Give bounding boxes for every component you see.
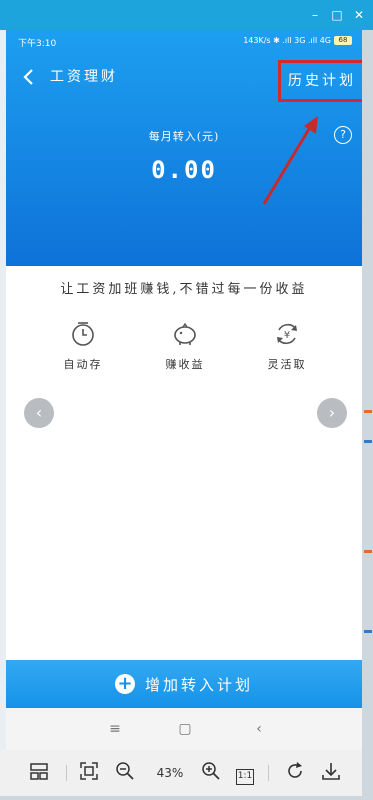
emulator-title-bar: – □ ✕: [0, 0, 373, 30]
background-decoration: [364, 550, 372, 553]
plus-icon: +: [114, 674, 135, 694]
zoom-out-icon[interactable]: [114, 761, 136, 785]
network-status: 143K/s ✱ .ıll 3G .ıll 4G: [243, 36, 331, 45]
carousel-prev-button[interactable]: ‹: [24, 398, 54, 428]
feature-flexible-withdraw: ¥ 灵活取: [247, 320, 327, 372]
monthly-amount: 0.00: [151, 156, 217, 184]
yuan-cycle-icon: ¥: [277, 323, 297, 345]
header-banner: 下午3:10 143K/s ✱ .ıll 3G .ıll 4G 68 工资理财 …: [6, 30, 362, 266]
feature-label: 自动存: [63, 358, 103, 371]
svg-text:¥: ¥: [284, 330, 290, 341]
status-bar: 下午3:10 143K/s ✱ .ıll 3G .ıll 4G 68: [6, 30, 362, 54]
battery-icon: 68: [334, 36, 352, 45]
minimize-button[interactable]: –: [306, 7, 324, 23]
layout-icon[interactable]: [28, 761, 50, 785]
rotate-icon[interactable]: [284, 761, 306, 785]
background-window-strip: [362, 30, 373, 800]
help-icon[interactable]: ?: [334, 126, 352, 144]
slogan-text: 让工资加班赚钱,不错过每一份收益: [60, 282, 308, 297]
zoom-in-icon[interactable]: [200, 761, 222, 785]
page-title: 工资理财: [50, 69, 118, 85]
back-icon[interactable]: ‹: [248, 718, 270, 740]
back-arrow-icon[interactable]: [18, 66, 40, 88]
history-plan-button[interactable]: 历史计划: [278, 60, 362, 102]
toolbar-divider: [268, 765, 269, 781]
background-decoration: [364, 410, 372, 413]
feature-label: 赚收益: [165, 358, 205, 371]
background-decoration: [364, 630, 372, 633]
feature-auto-save: 自动存: [43, 320, 123, 372]
monthly-transfer-label: 每月转入(元): [148, 130, 220, 143]
system-navigation-bar: ≡ ▢ ‹: [6, 708, 362, 750]
feature-label: 灵活取: [267, 358, 307, 371]
piggy-bank-icon: [174, 322, 196, 345]
zoom-level: 43%: [156, 766, 184, 780]
background-decoration: [364, 440, 372, 443]
feature-earn: 赚收益: [145, 320, 225, 372]
add-plan-button[interactable]: + 增加转入计划: [6, 660, 362, 708]
maximize-button[interactable]: □: [328, 7, 346, 23]
download-icon[interactable]: [320, 761, 342, 785]
phone-screen: 下午3:10 143K/s ✱ .ıll 3G .ıll 4G 68 工资理财 …: [6, 30, 362, 750]
status-indicators: 143K/s ✱ .ıll 3G .ıll 4G 68: [243, 36, 352, 45]
carousel-next-button[interactable]: ›: [317, 398, 347, 428]
add-plan-label: 增加转入计划: [144, 675, 253, 694]
home-icon[interactable]: ▢: [174, 718, 196, 740]
menu-icon[interactable]: ≡: [104, 718, 126, 740]
toolbar-divider: [66, 765, 67, 781]
actual-size-label: 1:1: [236, 769, 254, 785]
clock-icon: [72, 322, 94, 346]
close-button[interactable]: ✕: [350, 7, 368, 23]
screenshot-root: – □ ✕ 下午3:10 143K/s ✱ .ıll 3G .ıll 4G 68…: [0, 0, 373, 800]
fit-screen-icon[interactable]: [78, 761, 100, 785]
actual-size-button[interactable]: 1:1: [234, 761, 256, 785]
background-taskbar-strip: [0, 796, 373, 800]
viewer-toolbar: 43% 1:1: [0, 750, 362, 796]
status-time: 下午3:10: [18, 39, 57, 49]
